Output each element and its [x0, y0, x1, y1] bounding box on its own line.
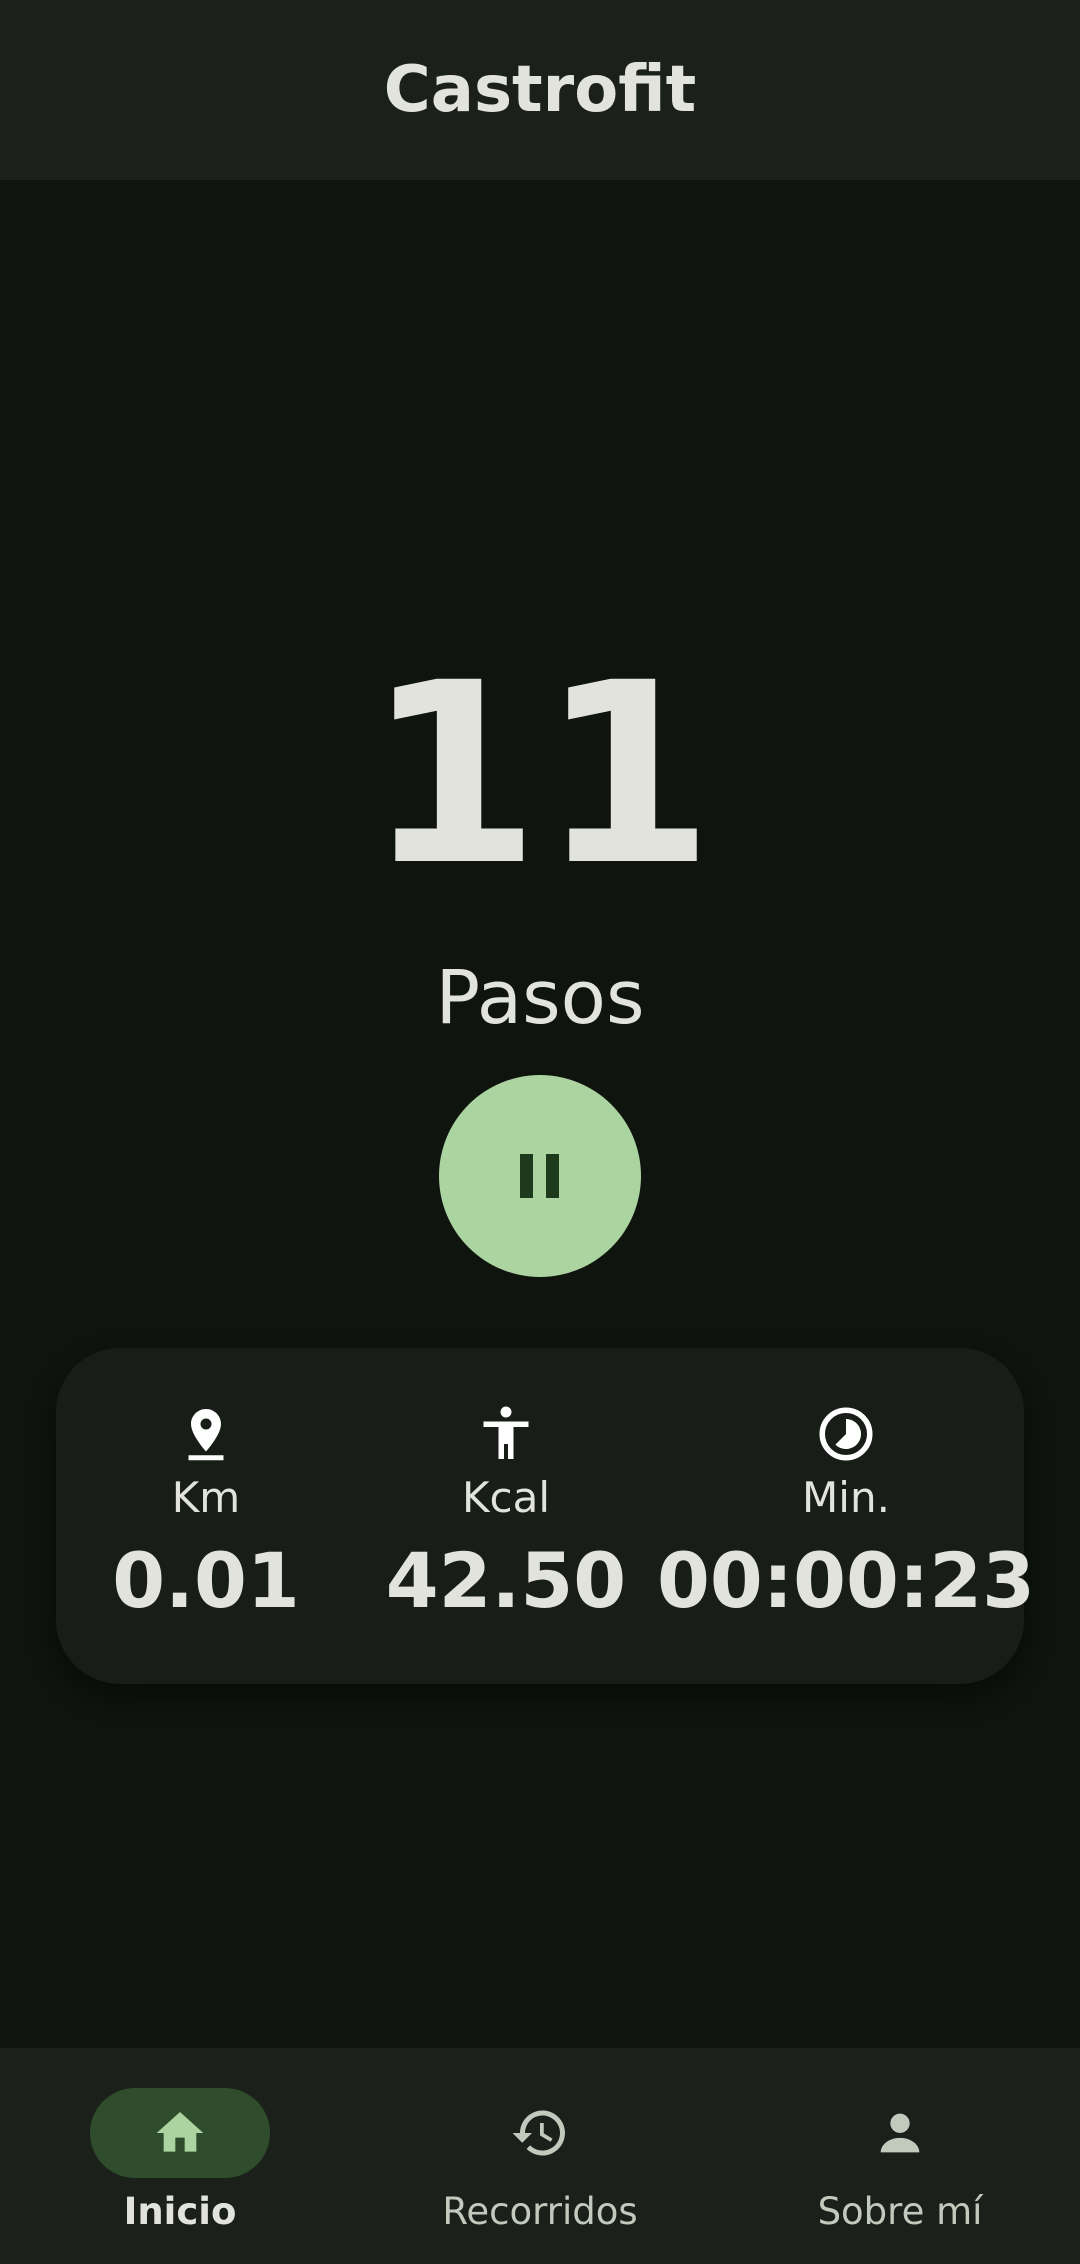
stat-calories-label: Kcal: [461, 1473, 551, 1522]
top-app-bar: Castrofit: [0, 0, 1080, 180]
stat-distance-label: Km: [171, 1473, 241, 1522]
steps-count: 11: [366, 629, 714, 920]
nav-item-recorridos[interactable]: Recorridos: [360, 2048, 720, 2264]
nav-label-inicio: Inicio: [123, 2190, 237, 2233]
app-title: Castrofit: [383, 53, 697, 127]
nav-item-sobre-mi[interactable]: Sobre mí: [720, 2048, 1080, 2264]
stats-card: Km 0.01 Kcal 42.50 Min. 00:00:23: [56, 1348, 1035, 1684]
nav-label-sobre-mi: Sobre mí: [817, 2190, 983, 2233]
person-standing-icon: [483, 1406, 529, 1459]
nav-active-indicator: [90, 2088, 270, 2178]
location-pin-icon: [188, 1409, 224, 1461]
stat-calories: Kcal 42.50: [356, 1348, 656, 1684]
bottom-navigation: Inicio Recorridos Sobre mí: [0, 2048, 1080, 2264]
stat-distance: Km 0.01: [96, 1348, 316, 1684]
timelapse-icon: [819, 1407, 873, 1461]
home-icon: [156, 2112, 204, 2152]
stat-distance-value: 0.01: [112, 1536, 300, 1625]
stat-duration-label: Min.: [802, 1473, 890, 1522]
nav-item-inicio[interactable]: Inicio: [0, 2048, 360, 2264]
person-icon: [880, 2113, 920, 2153]
history-icon: [512, 2110, 565, 2156]
pause-icon: [520, 1154, 559, 1198]
stat-calories-value: 42.50: [385, 1536, 627, 1625]
pause-button[interactable]: [439, 1075, 641, 1277]
nav-label-recorridos: Recorridos: [442, 2190, 638, 2233]
stat-duration-value: 00:00:23: [656, 1536, 1036, 1625]
steps-label: Pasos: [435, 955, 645, 1041]
stat-duration: Min. 00:00:23: [646, 1348, 1046, 1684]
